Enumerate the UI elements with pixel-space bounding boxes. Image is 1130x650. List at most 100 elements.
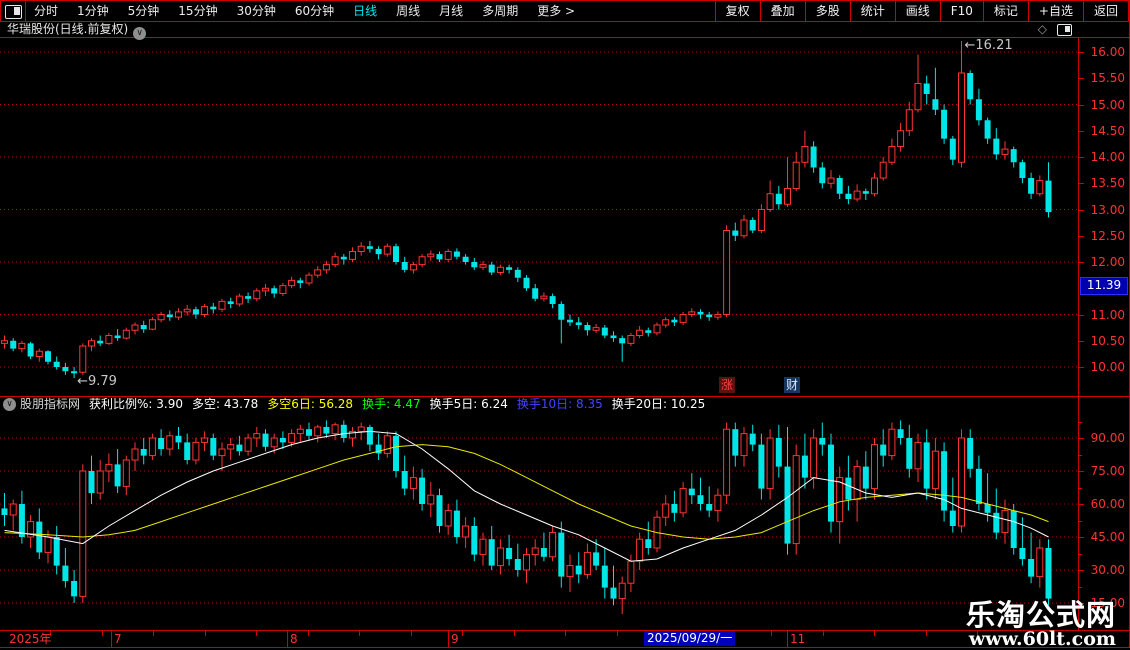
- toolbar-button-5[interactable]: F10: [939, 1, 983, 21]
- toolbar-button-4[interactable]: 画线: [894, 1, 940, 21]
- price-axis-label: 15.00: [1090, 97, 1125, 112]
- candle-down: [993, 488, 1000, 540]
- main-kline-chart[interactable]: ←16.21 ←9.79 涨 财: [0, 37, 1078, 396]
- indicator-chart-svg: [0, 420, 1078, 614]
- candle-down: [1019, 159, 1026, 184]
- candle-up: [1, 335, 8, 349]
- layout-icon[interactable]: [5, 5, 22, 19]
- candle-up: [235, 293, 243, 307]
- indicator-value-4: 换手: 4.47: [362, 397, 421, 411]
- candle-down: [558, 301, 565, 344]
- candle-up: [740, 427, 748, 467]
- candle-down: [114, 329, 121, 341]
- price-annotation: ←16.21: [965, 38, 1013, 53]
- price-axis-label: 16.00: [1090, 45, 1125, 59]
- indicator-chart[interactable]: [0, 413, 1078, 630]
- candle-down: [610, 565, 617, 606]
- candle-up: [792, 444, 800, 555]
- timeframe-tab-9[interactable]: 多周期: [482, 1, 518, 21]
- candle-up: [79, 343, 87, 375]
- candle-down: [488, 526, 495, 570]
- candle-down: [88, 455, 95, 504]
- candle-down: [645, 327, 652, 337]
- candle-down: [210, 302, 217, 314]
- candle-down: [1, 493, 8, 526]
- candle-up: [592, 323, 600, 333]
- candle-down: [697, 309, 704, 319]
- candle-up: [157, 311, 165, 323]
- candle-up: [1036, 539, 1044, 588]
- candle-down: [453, 499, 460, 544]
- toolbar-button-0[interactable]: 复权: [714, 1, 760, 21]
- timeframe-tab-0[interactable]: 分时: [34, 1, 58, 21]
- axis-tick: [1079, 314, 1084, 316]
- axis-tick-mid: [1079, 587, 1082, 588]
- candle-down: [923, 75, 930, 105]
- candle-down: [401, 256, 408, 273]
- timeframe-tab-10[interactable]: 更多 >: [537, 1, 575, 21]
- candle-down: [506, 264, 513, 274]
- candle-down: [27, 341, 34, 360]
- candle-down: [993, 128, 1000, 160]
- candle-down: [601, 548, 608, 599]
- diamond-icon[interactable]: ◇: [1038, 23, 1047, 36]
- candle-down: [393, 243, 399, 265]
- candle-down: [184, 433, 191, 465]
- date-minor-tick: [153, 631, 154, 636]
- date-minor-tick: [513, 631, 515, 636]
- candle-down: [828, 433, 834, 533]
- candle-up: [18, 340, 26, 353]
- toolbar-button-6[interactable]: 标记: [982, 1, 1028, 21]
- timeframe-tab-6[interactable]: 日线: [353, 1, 377, 21]
- split-panel-icon[interactable]: [1057, 23, 1072, 36]
- date-minor-tick: [565, 631, 566, 636]
- candle-up: [618, 576, 626, 614]
- price-axis-label: 10.00: [1090, 360, 1125, 374]
- candle-down: [1045, 539, 1052, 606]
- candle-down: [819, 162, 826, 189]
- indicator-value-6: 换手10日: 8.35: [516, 397, 603, 411]
- timeframe-tab-4[interactable]: 30分钟: [237, 1, 276, 21]
- candle-up: [871, 438, 878, 500]
- candle-up: [279, 283, 287, 297]
- candle-down: [366, 424, 373, 452]
- candle-down: [436, 488, 443, 533]
- indicator-chevron-icon[interactable]: ∨: [3, 398, 16, 411]
- timeframe-tab-7[interactable]: 周线: [396, 1, 420, 21]
- date-axis: 2025年 7 8 9 2025/09/29/一 11: [0, 631, 1130, 647]
- toolbar-button-1[interactable]: 叠加: [759, 1, 805, 21]
- candle-up: [183, 305, 191, 316]
- candle-up: [853, 460, 861, 522]
- candle-down: [749, 424, 756, 452]
- toolbar-button-2[interactable]: 多股: [804, 1, 850, 21]
- candle-down: [967, 70, 974, 105]
- candle-down: [271, 285, 278, 298]
- timeframe-tab-2[interactable]: 5分钟: [128, 1, 160, 21]
- candle-down: [706, 311, 713, 321]
- axis-tick-mid: [1079, 455, 1082, 456]
- toolbar-button-8[interactable]: 返回: [1082, 1, 1129, 21]
- month-boundary-line: [448, 631, 449, 647]
- timeframe-tab-8[interactable]: 月线: [439, 1, 463, 21]
- candle-up: [836, 466, 844, 544]
- candle-down: [671, 490, 678, 522]
- candle-down: [227, 297, 234, 309]
- candle-down: [575, 317, 582, 330]
- candle-up: [931, 438, 939, 500]
- candle-down: [340, 254, 347, 265]
- indicator-header: ∨ 股朋指标网 获利比例%: 3.90 多空: 43.78 多空6日: 56.28 换手…: [0, 397, 1078, 412]
- toolbar-button-7[interactable]: +自选: [1027, 1, 1083, 21]
- candle-up: [583, 543, 591, 579]
- candle-up: [496, 539, 504, 575]
- candle-down: [749, 217, 756, 234]
- candle-down: [462, 254, 469, 265]
- candle-up: [296, 424, 304, 443]
- candle-up: [723, 422, 731, 504]
- candle-down: [340, 420, 347, 443]
- timeframe-tab-3[interactable]: 15分钟: [178, 1, 217, 21]
- candle-down: [375, 246, 382, 260]
- candle-down: [775, 424, 782, 478]
- timeframe-tab-5[interactable]: 60分钟: [295, 1, 334, 21]
- timeframe-tab-1[interactable]: 1分钟: [77, 1, 109, 21]
- toolbar-button-3[interactable]: 统计: [849, 1, 895, 21]
